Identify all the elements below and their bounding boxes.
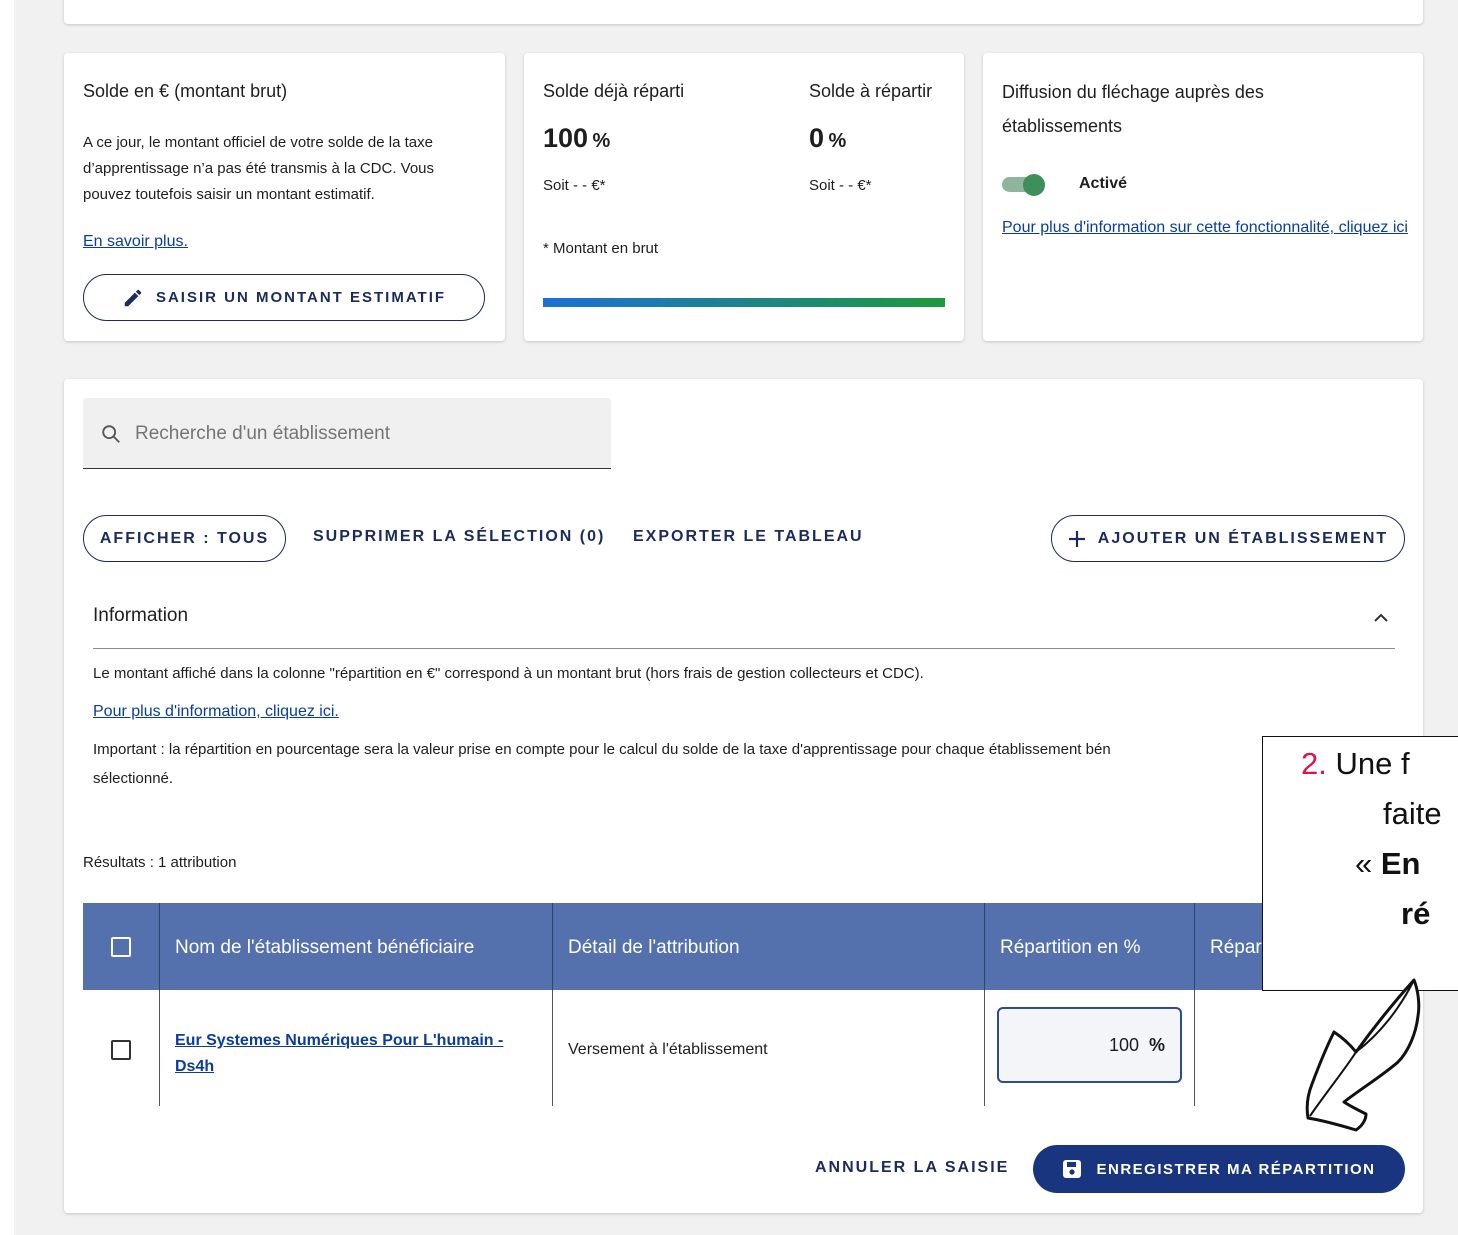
col-divider bbox=[984, 903, 985, 990]
distributed-percent: 100 % bbox=[543, 123, 610, 154]
distributed-amount: Soit - - €* bbox=[543, 177, 606, 194]
gross-note: * Montant en brut bbox=[543, 240, 659, 257]
annotation-quote: « bbox=[1355, 846, 1381, 881]
cancel-button[interactable]: ANNULER LA SAISIE bbox=[815, 1159, 1009, 1177]
balance-card: Solde en € (montant brut) A ce jour, le … bbox=[64, 53, 505, 341]
annotation-line-1: 2. Une f bbox=[1301, 741, 1410, 787]
remaining-label: Solde à répartir bbox=[809, 81, 933, 101]
left-edge bbox=[0, 0, 14, 1235]
info-accordion-header[interactable]: Information bbox=[93, 605, 1395, 649]
filter-button-label: AFFICHER : TOUS bbox=[99, 529, 270, 547]
diffusion-card: Diffusion du fléchage auprès des établis… bbox=[983, 53, 1423, 341]
save-icon bbox=[1063, 1160, 1082, 1178]
col-divider bbox=[1194, 903, 1195, 990]
progress-track bbox=[543, 298, 945, 307]
diffusion-link[interactable]: Pour plus d'information sur cette foncti… bbox=[1002, 215, 1412, 240]
distributed-value: 100 bbox=[543, 123, 589, 153]
col-header-detail: Détail de l'attribution bbox=[568, 937, 740, 958]
info-line-2: Important : la répartition en pourcentag… bbox=[93, 741, 1111, 758]
table-header: Nom de l'établissement bénéficiaire Déta… bbox=[83, 903, 1403, 990]
remaining-value: 0 bbox=[809, 123, 825, 153]
arrow-annotation-icon bbox=[1305, 978, 1421, 1132]
establishment-link[interactable]: Eur Systemes Numériques Pour L'humain - … bbox=[175, 1028, 535, 1080]
col-divider bbox=[552, 990, 553, 1106]
remaining-unit: % bbox=[828, 130, 847, 152]
distributed-label: Solde déjà réparti bbox=[543, 81, 685, 101]
distributed-unit: % bbox=[592, 130, 611, 152]
col-header-euro: Répar bbox=[1210, 937, 1262, 958]
estimate-button[interactable]: SAISIR UN MONTANT ESTIMATIF bbox=[83, 274, 485, 321]
main-card: AFFICHER : TOUS SUPPRIMER LA SÉLECTION (… bbox=[64, 379, 1423, 1213]
col-divider bbox=[984, 990, 985, 1106]
delete-selection-label: SUPPRIMER LA SÉLECTION (0) bbox=[313, 528, 606, 545]
results-count: Résultats : 1 attribution bbox=[83, 854, 237, 871]
attribution-detail: Versement à l'établissement bbox=[568, 1041, 768, 1058]
col-divider bbox=[159, 990, 160, 1106]
save-button[interactable]: ENREGISTRER MA RÉPARTITION bbox=[1033, 1145, 1405, 1193]
info-link[interactable]: Pour plus d'information, cliquez ici. bbox=[93, 703, 339, 721]
select-all-checkbox[interactable] bbox=[111, 937, 131, 957]
search-input[interactable] bbox=[135, 418, 595, 450]
filter-button[interactable]: AFFICHER : TOUS bbox=[83, 515, 286, 562]
estimate-button-label: SAISIR UN MONTANT ESTIMATIF bbox=[155, 289, 447, 306]
delete-selection-button[interactable]: SUPPRIMER LA SÉLECTION (0) bbox=[313, 528, 605, 546]
percent-input[interactable]: 100 % bbox=[997, 1007, 1182, 1083]
col-header-percent: Répartition en % bbox=[1000, 937, 1141, 958]
results-table: Nom de l'établissement bénéficiaire Déta… bbox=[83, 903, 1403, 1106]
toggle-label: Activé bbox=[1079, 175, 1128, 192]
col-divider bbox=[159, 903, 160, 990]
save-button-label: ENREGISTRER MA RÉPARTITION bbox=[1096, 1160, 1376, 1178]
annotation-line-2: faite bbox=[1383, 796, 1442, 831]
toggle-knob bbox=[1023, 174, 1045, 196]
col-divider bbox=[552, 903, 553, 990]
search-field[interactable] bbox=[83, 398, 611, 469]
info-title: Information bbox=[93, 605, 189, 626]
row-checkbox[interactable] bbox=[111, 1040, 131, 1060]
annotation-text-1: Une f bbox=[1326, 746, 1410, 781]
export-table-label: EXPORTER LE TABLEAU bbox=[633, 528, 864, 545]
col-divider bbox=[1194, 990, 1195, 1106]
balance-text: A ce jour, le montant officiel de votre … bbox=[83, 134, 435, 203]
balance-title: Solde en € (montant brut) bbox=[83, 81, 288, 101]
plus-icon bbox=[1068, 530, 1085, 547]
diffusion-toggle[interactable] bbox=[1002, 174, 1045, 196]
info-line-3: sélectionné. bbox=[93, 770, 174, 787]
table-row: Eur Systemes Numériques Pour L'humain - … bbox=[83, 990, 1403, 1106]
percent-unit: % bbox=[1148, 1034, 1165, 1055]
progress-fill bbox=[543, 298, 945, 307]
col-header-name: Nom de l'établissement bénéficiaire bbox=[175, 937, 475, 958]
percent-value: 100 bbox=[1108, 1034, 1139, 1055]
remaining-amount: Soit - - €* bbox=[809, 177, 872, 194]
annotation-line-4: ré bbox=[1401, 896, 1431, 931]
learn-more-link[interactable]: En savoir plus. bbox=[83, 233, 188, 251]
cancel-button-label: ANNULER LA SAISIE bbox=[815, 1159, 1010, 1176]
annotation-callout: 2. Une f faite « En ré bbox=[1262, 736, 1458, 991]
split-card: Solde déjà réparti Solde à répartir 100 … bbox=[524, 53, 964, 341]
annotation-number: 2. bbox=[1301, 746, 1327, 781]
remaining-percent: 0 % bbox=[809, 123, 846, 154]
annotation-line-3: « En bbox=[1355, 841, 1420, 887]
pencil-icon bbox=[124, 289, 142, 306]
search-icon bbox=[102, 425, 120, 443]
top-card bbox=[64, 0, 1423, 24]
diffusion-title: Diffusion du fléchage auprès des établis… bbox=[1002, 82, 1264, 136]
chevron-up-icon bbox=[1374, 613, 1388, 622]
add-establishment-button[interactable]: AJOUTER UN ÉTABLISSEMENT bbox=[1051, 515, 1405, 562]
annotation-bold: En bbox=[1380, 846, 1421, 881]
export-table-button[interactable]: EXPORTER LE TABLEAU bbox=[633, 528, 864, 546]
info-line-1: Le montant affiché dans la colonne "répa… bbox=[93, 665, 924, 682]
add-establishment-label: AJOUTER UN ÉTABLISSEMENT bbox=[1097, 529, 1389, 547]
